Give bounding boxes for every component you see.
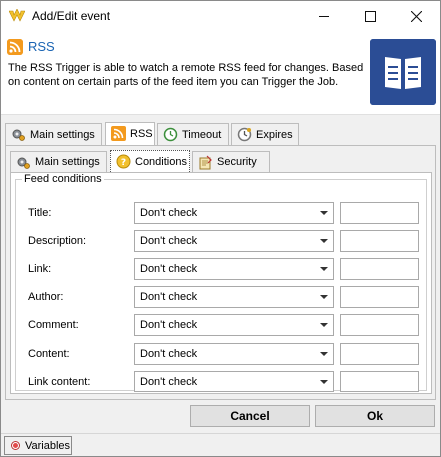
header-panel: RSS The RSS Trigger is able to watch a r…	[1, 31, 440, 115]
content-condition-select[interactable]: Don't check	[134, 343, 334, 365]
inner-tab-security[interactable]: Security	[192, 151, 270, 172]
feed-conditions-group: Feed conditions Title: Don't check Descr…	[15, 173, 427, 392]
rss-icon	[111, 126, 126, 141]
minimize-button[interactable]	[301, 1, 347, 31]
svg-text:?: ?	[121, 158, 126, 168]
title-condition-input[interactable]	[340, 202, 419, 224]
rss-icon	[7, 39, 23, 55]
chevron-down-icon	[320, 380, 328, 384]
conditions-panel: Feed conditions Title: Don't check Descr…	[10, 172, 432, 394]
comment-label: Comment:	[28, 319, 79, 331]
variables-button[interactable]: Variables	[4, 436, 72, 455]
header-title: RSS	[28, 39, 55, 54]
tab-label: Expires	[256, 128, 293, 141]
window-title: Add/Edit event	[32, 9, 111, 23]
inner-tab-main-settings[interactable]: Main settings	[10, 151, 107, 172]
conditions-icon: ?	[116, 154, 131, 169]
link-condition-input[interactable]	[340, 258, 419, 280]
gear-icon	[12, 129, 25, 141]
title-label: Title:	[28, 207, 52, 219]
tab-label: Timeout	[182, 128, 222, 141]
gear-icon	[17, 157, 30, 169]
tab-main-settings[interactable]: Main settings	[5, 123, 102, 145]
link-content-condition-input[interactable]	[340, 371, 419, 392]
app-logo-icon	[9, 9, 25, 22]
maximize-button[interactable]	[347, 1, 393, 31]
comment-condition-input[interactable]	[340, 314, 419, 336]
group-legend: Feed conditions	[22, 173, 104, 185]
description-condition-input[interactable]	[340, 230, 419, 252]
security-icon	[199, 155, 212, 170]
chevron-down-icon	[320, 352, 328, 356]
news-feed-icon	[370, 39, 436, 105]
tab-expires[interactable]: Expires	[231, 123, 299, 145]
title-bar[interactable]: Add/Edit event	[1, 1, 440, 31]
tab-label: Conditions	[135, 155, 187, 168]
link-content-label: Link content:	[28, 376, 91, 388]
chevron-down-icon	[320, 239, 328, 243]
tab-label: Main settings	[35, 156, 100, 168]
description-label: Description:	[28, 235, 87, 247]
chevron-down-icon	[320, 323, 328, 327]
author-condition-input[interactable]	[340, 286, 419, 308]
close-button[interactable]	[393, 1, 439, 31]
chevron-down-icon	[320, 211, 328, 215]
link-label: Link:	[28, 263, 52, 275]
header-description: The RSS Trigger is able to watch a remot…	[8, 62, 364, 88]
tab-rss[interactable]: RSS	[105, 122, 155, 145]
close-icon	[410, 10, 422, 22]
ok-button[interactable]: Ok	[315, 405, 435, 427]
cancel-button[interactable]: Cancel	[190, 405, 310, 427]
chevron-down-icon	[320, 295, 328, 299]
variables-status-icon	[12, 442, 19, 449]
tab-label: RSS	[130, 128, 153, 140]
expires-icon	[237, 127, 252, 142]
outer-tab-strip: Main settings RSS Timeout Expires	[5, 122, 435, 145]
variables-label: Variables	[25, 439, 71, 452]
link-condition-select[interactable]: Don't check	[134, 258, 334, 280]
tab-label: Main settings	[30, 128, 95, 141]
tab-label: Security	[217, 156, 257, 168]
content-condition-input[interactable]	[340, 343, 419, 365]
chevron-down-icon	[320, 267, 328, 271]
tab-timeout[interactable]: Timeout	[157, 123, 229, 145]
dialog-window: Add/Edit event RSS The RSS Trigger is ab…	[0, 0, 441, 457]
rss-tab-panel: Main settings ? Conditions Security Feed…	[5, 145, 436, 400]
inner-tab-strip: Main settings ? Conditions Security	[10, 150, 432, 172]
comment-condition-select[interactable]: Don't check	[134, 314, 334, 336]
description-condition-select[interactable]: Don't check	[134, 230, 334, 252]
inner-tab-conditions[interactable]: ? Conditions	[110, 150, 190, 172]
link-content-condition-select[interactable]: Don't check	[134, 371, 334, 392]
timeout-icon	[163, 127, 178, 142]
content-label: Content:	[28, 348, 70, 360]
author-condition-select[interactable]: Don't check	[134, 286, 334, 308]
author-label: Author:	[28, 291, 64, 303]
status-bar: Variables	[1, 433, 440, 456]
title-condition-select[interactable]: Don't check	[134, 202, 334, 224]
